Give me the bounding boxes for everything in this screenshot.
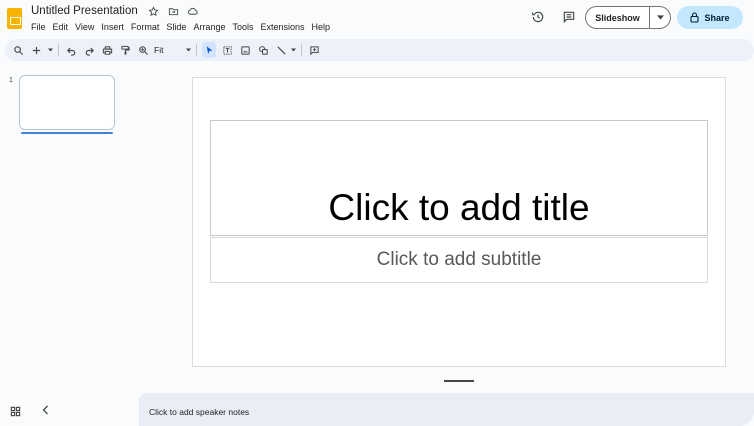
line-icon[interactable] [274,42,288,58]
history-icon[interactable] [530,9,546,25]
subtitle-placeholder: Click to add subtitle [376,249,542,270]
chevron-down-icon [656,15,664,20]
speaker-notes[interactable]: Click to add speaker notes [139,393,754,426]
new-slide-icon[interactable] [29,42,43,58]
print-icon[interactable] [100,42,114,58]
slideshow-options-dropdown[interactable] [650,15,670,20]
active-slide-indicator [21,132,113,134]
select-icon[interactable] [202,42,217,58]
undo-icon[interactable] [64,42,78,58]
paint-format-icon[interactable] [118,42,132,58]
menu-tools[interactable]: Tools [232,21,253,33]
redo-icon[interactable] [82,42,96,58]
notes-resize-handle[interactable] [444,380,474,382]
shape-icon[interactable] [256,42,270,58]
share-button[interactable]: Share [677,6,743,29]
title-actions [147,5,199,17]
menu-edit[interactable]: Edit [53,21,69,33]
menu-format[interactable]: Format [131,21,160,33]
text-box-icon[interactable] [220,42,234,58]
title-placeholder: Click to add title [328,187,590,228]
document-title[interactable]: Untitled Presentation [31,5,138,17]
collapse-filmstrip-icon[interactable] [40,404,50,416]
menu-file[interactable]: File [31,21,46,33]
menu-help[interactable]: Help [312,21,331,33]
slides-app: Untitled Presentation File Edit View Ins… [0,0,754,426]
menu-insert[interactable]: Insert [101,21,124,33]
comment-add-icon[interactable] [307,42,321,58]
star-icon[interactable] [147,5,159,17]
toolbar-divider [196,44,198,56]
share-button-label: Share [704,12,730,23]
toolbar: Fit [5,39,754,61]
toolbar-divider [301,44,303,56]
slideshow-button-group: Slideshow [585,6,671,29]
subtitle-placeholder-box[interactable]: Click to add subtitle [210,237,708,283]
image-icon[interactable] [238,42,252,58]
toolbar-divider [58,44,59,56]
zoom-select[interactable]: Fit [154,45,163,55]
zoom-icon[interactable] [136,42,150,58]
slideshow-button[interactable]: Slideshow [586,13,649,23]
speaker-notes-placeholder: Click to add speaker notes [149,407,250,417]
comments-icon[interactable] [561,9,577,25]
search-icon[interactable] [11,42,25,58]
menu-view[interactable]: View [75,21,94,33]
line-dropdown-icon[interactable] [290,42,296,58]
menu-bar: File Edit View Insert Format Slide Arran… [31,21,337,33]
lock-icon [690,12,700,23]
grid-view-icon[interactable] [10,404,22,417]
slide-thumbnail[interactable] [19,75,115,130]
cloud-status-icon[interactable] [187,5,199,17]
menu-slide[interactable]: Slide [166,21,186,33]
slide-number: 1 [9,77,13,84]
zoom-dropdown-icon[interactable] [185,42,191,58]
new-slide-dropdown-icon[interactable] [47,42,53,58]
title-placeholder-box[interactable]: Click to add title [210,120,708,236]
menu-arrange[interactable]: Arrange [193,21,225,33]
move-folder-icon[interactable] [167,5,179,17]
slides-logo-icon[interactable] [7,8,22,29]
menu-extensions[interactable]: Extensions [260,21,304,33]
